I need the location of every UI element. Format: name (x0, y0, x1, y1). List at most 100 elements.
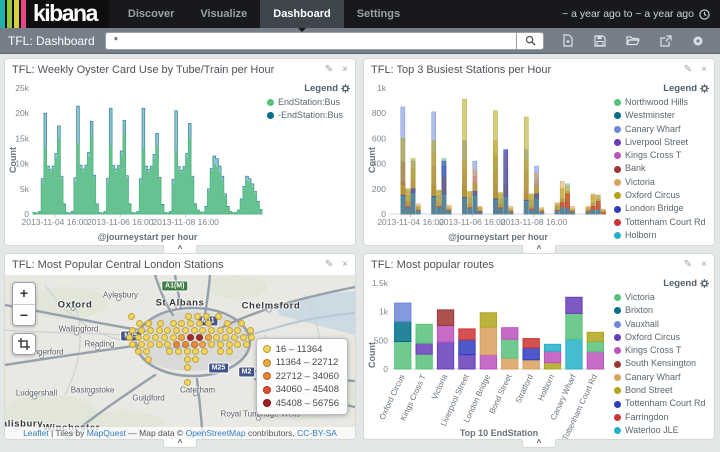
station-density-dot (145, 356, 152, 363)
legend-swatch (614, 206, 621, 213)
legend-swatch (614, 294, 621, 301)
options-button[interactable] (692, 35, 704, 47)
legend-item[interactable]: Oxford Circus (614, 331, 709, 344)
close-panel-icon[interactable]: × (342, 64, 348, 75)
svg-text:Bond Street: Bond Street (488, 372, 514, 415)
panel-header: TFL: Weekly Oyster Card Use by Tube/Trai… (5, 59, 355, 80)
legend-label: Bank (625, 162, 646, 175)
map-controls: +− (12, 282, 36, 355)
legend-item[interactable]: South Kensington (614, 357, 709, 370)
crop-icon (18, 338, 30, 350)
panel-header: TFL: Most popular routes ✎ × (364, 254, 714, 275)
legend-item[interactable]: Northwood Hills (614, 96, 709, 109)
legend-item[interactable]: Victoria (614, 176, 709, 189)
stacked-bar-chart-canvas[interactable]: Count 05001k1.5kOxford CircusKings Cross… (364, 275, 614, 439)
legend-swatch (614, 347, 621, 354)
collapse-panel-tab[interactable]: ^ (522, 245, 556, 254)
legend-header[interactable]: Legend (614, 278, 709, 289)
station-density-dot (161, 334, 168, 341)
collapse-panel-tab[interactable]: ^ (163, 439, 197, 448)
station-density-dot (217, 327, 224, 334)
legend-item[interactable]: EndStation:Bus (267, 96, 350, 109)
nav-item-settings[interactable]: Settings (344, 0, 413, 28)
attribution-link[interactable]: OpenStreetMap (186, 428, 246, 438)
new-dashboard-button[interactable] (562, 34, 574, 47)
legend-label: Vauxhall (625, 318, 659, 331)
collapse-panel-tab[interactable]: ^ (522, 439, 556, 448)
legend-header[interactable]: Legend (614, 83, 709, 94)
map-place-label: Wallingford (59, 325, 99, 334)
legend-item[interactable]: Oxford Circus (614, 189, 709, 202)
legend-item[interactable]: Vauxhall (614, 318, 709, 331)
legend-title: Legend (304, 83, 338, 94)
legend-item[interactable]: Liverpool Street (614, 136, 709, 149)
legend-item[interactable]: Tottenham Court Rd (614, 216, 709, 229)
legend-item[interactable]: -EndStation:Bus (267, 109, 350, 122)
legend-item[interactable]: Bank (614, 162, 709, 175)
legend-item[interactable]: Brixton (614, 304, 709, 317)
query-input[interactable] (105, 32, 516, 50)
fit-bounds-button[interactable] (12, 333, 36, 355)
close-panel-icon[interactable]: × (342, 259, 348, 270)
legend-item[interactable]: Victoria (614, 291, 709, 304)
legend-item[interactable]: Canary Wharf (614, 371, 709, 384)
panel-body: OxfordSt AlbansChelmsfordWinchesterSalis… (5, 275, 355, 439)
zoom-in-button[interactable]: + (13, 283, 35, 304)
logo-stripe (14, 0, 19, 28)
attribution-link[interactable]: CC-BY-SA (297, 428, 337, 438)
legend-swatch (614, 126, 621, 133)
legend-item[interactable]: Farringdon (614, 411, 709, 424)
load-dashboard-button[interactable] (626, 35, 640, 46)
search-button[interactable] (516, 32, 544, 50)
map-legend-item: 45408 – 56756 (263, 397, 339, 411)
legend-header[interactable]: Legend (267, 83, 350, 94)
legend-swatch (267, 112, 274, 119)
legend-item[interactable]: Tottenham Court Rd (614, 397, 709, 410)
legend-item[interactable]: Holborn (614, 229, 709, 242)
legend-title: Legend (663, 83, 697, 94)
legend-item[interactable]: Canary Wharf (614, 123, 709, 136)
legend-label: Oxford Circus (625, 189, 680, 202)
nav-links: Discover Visualize Dashboard Settings (115, 0, 413, 28)
gear-icon (700, 279, 709, 288)
legend-swatch (614, 321, 621, 328)
legend-item[interactable]: Waterloo JLE (614, 424, 709, 437)
legend-label: -EndStation:Bus (278, 109, 343, 122)
road-badge: A1(M) (161, 281, 188, 292)
kibana-logo[interactable]: kibana (0, 0, 109, 28)
bar-chart-canvas[interactable]: Count 02004006008001k2013-11-04 16:00201… (364, 80, 614, 244)
edit-panel-icon[interactable]: ✎ (684, 259, 692, 270)
tile-map[interactable]: OxfordSt AlbansChelmsfordWinchesterSalis… (5, 275, 355, 439)
svg-text:2013-11-08 16:00: 2013-11-08 16:00 (501, 217, 568, 227)
legend-swatch (614, 179, 621, 186)
zoom-out-button[interactable]: − (13, 304, 35, 325)
nav-item-dashboard[interactable]: Dashboard (260, 0, 343, 28)
nav-item-discover[interactable]: Discover (115, 0, 187, 28)
map-legend-label: 22712 – 34060 (276, 370, 339, 384)
attribution-link[interactable]: Leaflet (23, 428, 49, 438)
attribution-link[interactable]: MapQuest (87, 428, 126, 438)
legend-item[interactable]: Westminster (614, 109, 709, 122)
area-chart-canvas[interactable]: Count 05k10k15k20k25k2013-11-04 16:00201… (5, 80, 267, 244)
legend-swatch (614, 374, 621, 381)
legend-item[interactable]: Kings Cross T (614, 149, 709, 162)
save-dashboard-button[interactable] (594, 35, 606, 47)
edit-panel-icon[interactable]: ✎ (684, 64, 692, 75)
collapse-panel-tab[interactable]: ^ (163, 245, 197, 254)
close-panel-icon[interactable]: × (701, 259, 707, 270)
edit-panel-icon[interactable]: ✎ (325, 259, 333, 270)
share-dashboard-button[interactable] (660, 35, 672, 47)
legend-item[interactable]: London Bridge (614, 202, 709, 215)
station-density-dot (182, 341, 189, 348)
legend-item[interactable]: Kings Cross T (614, 344, 709, 357)
legend-label: Brixton (625, 304, 653, 317)
close-panel-icon[interactable]: × (701, 64, 707, 75)
time-picker[interactable]: ~ a year ago to ~ a year ago (562, 0, 720, 28)
svg-text:800: 800 (372, 108, 386, 118)
station-density-dot (226, 348, 233, 355)
map-place-label: Oxford (58, 299, 93, 310)
edit-panel-icon[interactable]: ✎ (325, 64, 333, 75)
station-density-dot (224, 320, 231, 327)
nav-item-visualize[interactable]: Visualize (187, 0, 260, 28)
legend-item[interactable]: Bond Street (614, 384, 709, 397)
